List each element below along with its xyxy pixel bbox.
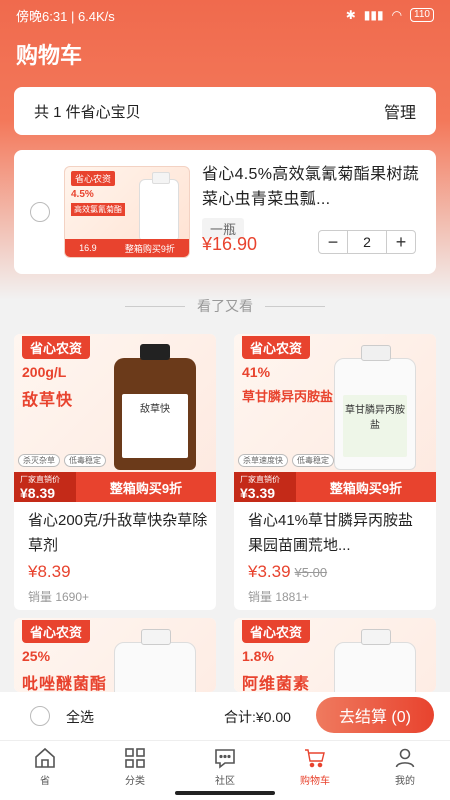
product-concentration: 1.8% bbox=[242, 648, 274, 664]
thumb-percentage: 4.5% bbox=[71, 189, 94, 200]
price-bar-deal: 整箱购买9折 bbox=[109, 480, 183, 496]
product-name: 吡唑醚菌酯 bbox=[22, 676, 108, 692]
product-tag: 低毒稳定 bbox=[292, 454, 334, 467]
bottle-image: 草甘膦异丙胺盐 bbox=[334, 345, 416, 470]
bottle-image bbox=[334, 629, 416, 692]
product-price: ¥3.39 bbox=[248, 562, 291, 581]
network-speed: 6.4K/s bbox=[77, 8, 115, 24]
product-name: 草甘膦异丙胺盐 bbox=[242, 389, 334, 404]
item-checkbox[interactable] bbox=[30, 202, 50, 222]
cart-item-title[interactable]: 省心4.5%高效氯氰菊酯果树蔬菜心虫青菜虫瓢... bbox=[202, 162, 422, 212]
bottle-image bbox=[139, 172, 179, 241]
tab-label: 社区 bbox=[215, 776, 235, 787]
thumb-deal: 整箱购买9折 bbox=[124, 243, 175, 254]
total-amount: 合计:¥0.00 bbox=[224, 709, 291, 725]
product-image[interactable]: 省心农资 1.8% 阿维菌素 bbox=[234, 618, 436, 692]
product-tags: 杀灭杂草 低毒稳定 bbox=[18, 454, 106, 467]
tab-label: 分类 bbox=[125, 776, 145, 787]
cart-summary: 共 1 件省心宝贝 管理 bbox=[14, 87, 436, 135]
product-card[interactable]: 省心农资 41% 草甘膦异丙胺盐 草甘膦异丙胺盐 杀草速度快 低毒稳定 厂家直销… bbox=[234, 334, 436, 610]
price-bar-price: ¥8.39 bbox=[20, 484, 56, 501]
cart-item-thumbnail[interactable]: 省心农资 4.5% 高效氯氰菊酯 16.9 整箱购买9折 bbox=[64, 166, 190, 258]
community-icon bbox=[215, 749, 235, 769]
page-title: 购物车 bbox=[16, 43, 83, 68]
status-time: 傍晚6:31 bbox=[16, 8, 68, 24]
product-brand: 省心农资 bbox=[242, 620, 311, 643]
tab-label: 我的 bbox=[395, 776, 415, 787]
cart-item-price: ¥16.90 bbox=[202, 234, 258, 254]
product-concentration: 200g/L bbox=[22, 364, 67, 380]
product-card[interactable]: 省心农资 25% 吡唑醚菌酯 bbox=[14, 618, 216, 692]
tab-home[interactable]: 省 bbox=[0, 741, 90, 800]
decrease-button[interactable]: − bbox=[319, 231, 347, 253]
product-original-price: ¥5.00 bbox=[294, 565, 328, 580]
select-all-checkbox[interactable] bbox=[30, 706, 50, 726]
thumb-price-bar: 16.9 整箱购买9折 bbox=[65, 239, 189, 257]
product-tag: 杀灭杂草 bbox=[18, 454, 60, 467]
cart-item[interactable]: 省心农资 4.5% 高效氯氰菊酯 16.9 整箱购买9折 省心4.5%高效氯氰菊… bbox=[14, 150, 436, 274]
thumb-product-name: 高效氯氰菊酯 bbox=[71, 203, 125, 216]
product-title[interactable]: 省心41%草甘膦异丙胺盐果园苗圃荒地... bbox=[248, 508, 428, 558]
bottle-image: 敌草快 bbox=[114, 344, 196, 470]
product-brand: 省心农资 bbox=[22, 620, 91, 643]
bluetooth-icon: ✱ bbox=[345, 8, 356, 22]
bottle-label: 草甘膦异丙胺盐 bbox=[343, 395, 407, 457]
tab-profile[interactable]: 我的 bbox=[360, 741, 450, 800]
manage-button[interactable]: 管理 bbox=[384, 99, 416, 123]
wifi-icon: ◠ bbox=[391, 8, 403, 22]
bottle-image bbox=[114, 629, 196, 692]
recommend-label: 看了又看 bbox=[197, 298, 253, 314]
product-image[interactable]: 省心农资 200g/L 敌草快 敌草快 杀灭杂草 低毒稳定 厂家直销价 ¥8.3… bbox=[14, 334, 216, 502]
battery-icon: 110 bbox=[410, 8, 434, 22]
price-bar-label: 厂家直销价 bbox=[20, 474, 60, 484]
thumb-brand: 省心农资 bbox=[71, 171, 116, 186]
product-concentration: 41% bbox=[242, 364, 271, 380]
signal-icon: ▮▮▮ bbox=[363, 8, 384, 22]
product-tag: 低毒稳定 bbox=[64, 454, 106, 467]
quantity-value[interactable]: 2 bbox=[347, 231, 387, 253]
product-image[interactable]: 省心农资 41% 草甘膦异丙胺盐 草甘膦异丙胺盐 杀草速度快 低毒稳定 厂家直销… bbox=[234, 334, 436, 502]
product-price-bar: 厂家直销价 ¥3.39 整箱购买9折 bbox=[234, 472, 436, 502]
product-name: 阿维菌素 bbox=[242, 676, 311, 692]
thumb-price: 16.9 bbox=[79, 243, 97, 253]
product-name: 敌草快 bbox=[22, 392, 74, 409]
product-image[interactable]: 省心农资 25% 吡唑醚菌酯 bbox=[14, 618, 216, 692]
select-all-label[interactable]: 全选 bbox=[66, 707, 94, 727]
tab-category[interactable]: 分类 bbox=[90, 741, 180, 800]
price-bar-price: ¥3.39 bbox=[240, 484, 276, 501]
increase-button[interactable]: + bbox=[387, 231, 415, 253]
product-brand: 省心农资 bbox=[242, 336, 311, 359]
quantity-stepper: − 2 + bbox=[318, 230, 416, 254]
product-price: ¥8.39 bbox=[28, 562, 71, 581]
product-brand: 省心农资 bbox=[22, 336, 91, 359]
item-count: 共 1 件省心宝贝 bbox=[34, 103, 141, 121]
tab-label: 购物车 bbox=[300, 776, 330, 787]
price-bar-deal: 整箱购买9折 bbox=[329, 480, 403, 496]
product-sales: 销量 1690+ bbox=[28, 590, 90, 604]
tab-cart[interactable]: 购物车 bbox=[270, 741, 360, 800]
home-icon bbox=[35, 747, 55, 768]
product-concentration: 25% bbox=[22, 648, 51, 664]
cart-icon bbox=[305, 749, 325, 768]
status-bar: 傍晚6:31 | 6.4K/s ✱ ▮▮▮ ◠ 110 bbox=[0, 0, 450, 30]
product-card[interactable]: 省心农资 200g/L 敌草快 敌草快 杀灭杂草 低毒稳定 厂家直销价 ¥8.3… bbox=[14, 334, 216, 610]
product-tags: 杀草速度快 低毒稳定 bbox=[238, 454, 334, 467]
checkout-button[interactable]: 去结算 (0) bbox=[316, 697, 434, 733]
product-sales: 销量 1881+ bbox=[248, 590, 310, 604]
category-icon bbox=[125, 748, 145, 768]
product-price-bar: 厂家直销价 ¥8.39 整箱购买9折 bbox=[14, 472, 216, 502]
checkout-bar: 全选 合计:¥0.00 去结算 (0) bbox=[0, 692, 450, 740]
profile-icon bbox=[395, 748, 415, 768]
product-tag: 杀草速度快 bbox=[238, 454, 288, 467]
tab-label: 省 bbox=[40, 776, 50, 787]
bottle-label: 敌草快 bbox=[122, 394, 188, 458]
recommend-divider: 看了又看 bbox=[0, 296, 450, 316]
price-bar-label: 厂家直销价 bbox=[240, 474, 280, 484]
product-title[interactable]: 省心200克/升敌草快杂草除草剂 bbox=[28, 508, 208, 558]
home-indicator bbox=[175, 791, 275, 795]
product-card[interactable]: 省心农资 1.8% 阿维菌素 bbox=[234, 618, 436, 692]
